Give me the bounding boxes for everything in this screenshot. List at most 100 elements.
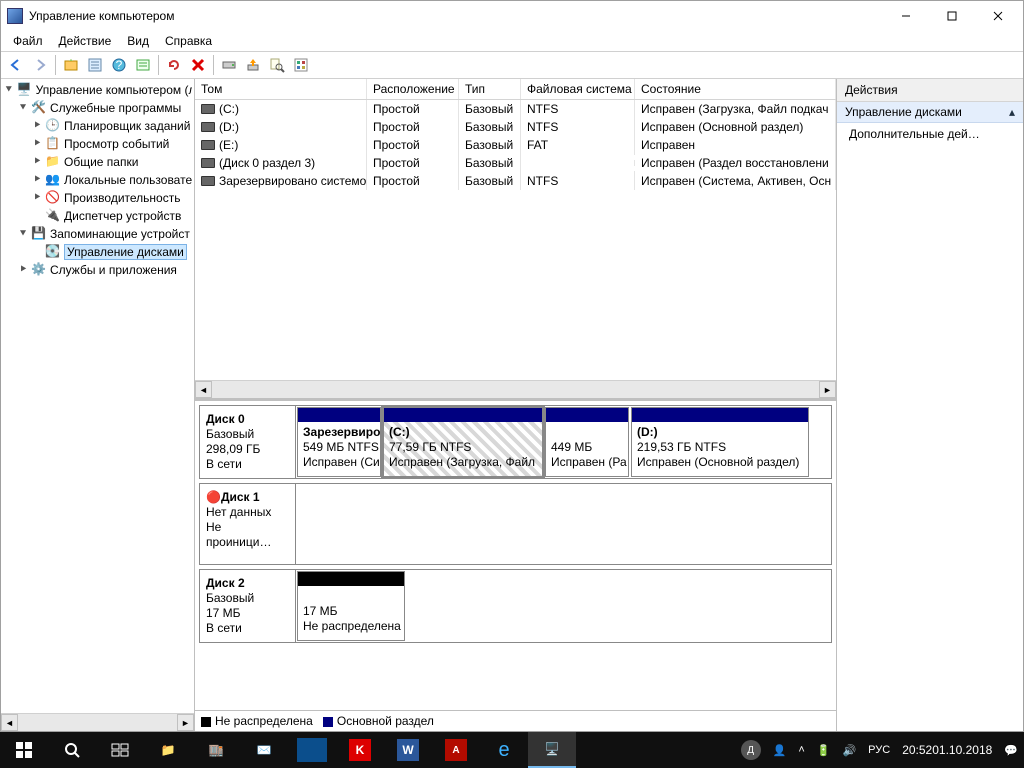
delete-button[interactable] bbox=[187, 54, 209, 76]
compmgmt-task[interactable]: 🖥️ bbox=[528, 732, 576, 768]
drive-icon bbox=[201, 158, 215, 168]
explorer-icon[interactable]: 📁 bbox=[144, 732, 192, 768]
menu-action[interactable]: Действие bbox=[51, 32, 120, 50]
up-button[interactable] bbox=[60, 54, 82, 76]
actions-header: Действия bbox=[837, 79, 1023, 102]
word-icon[interactable]: W bbox=[384, 732, 432, 768]
menu-view[interactable]: Вид bbox=[119, 32, 157, 50]
volume-row[interactable]: (E:)ПростойБазовыйFATИсправен bbox=[195, 136, 836, 154]
titlebar: Управление компьютером bbox=[1, 1, 1023, 31]
help-button[interactable]: ? bbox=[108, 54, 130, 76]
app1-icon[interactable] bbox=[297, 738, 327, 762]
col-status[interactable]: Состояние bbox=[635, 79, 836, 99]
volumes-hscroll[interactable]: ◄► bbox=[195, 380, 836, 398]
col-fs[interactable]: Файловая система bbox=[521, 79, 635, 99]
tree-services[interactable]: Службы и приложения bbox=[50, 263, 177, 277]
folder-icon: 📁 bbox=[45, 154, 61, 170]
notifications-icon[interactable]: 💬 bbox=[998, 732, 1024, 768]
tree-shared-folders[interactable]: Общие папки bbox=[64, 155, 138, 169]
tools-icon: 🛠️ bbox=[31, 100, 47, 116]
menu-file[interactable]: Файл bbox=[5, 32, 51, 50]
device-icon: 🔌 bbox=[45, 208, 61, 224]
app-icon bbox=[7, 8, 23, 24]
close-button[interactable] bbox=[975, 1, 1021, 31]
volume-row[interactable]: (D:)ПростойБазовыйNTFSИсправен (Основной… bbox=[195, 118, 836, 136]
search-icon[interactable] bbox=[48, 732, 96, 768]
start-button[interactable] bbox=[0, 732, 48, 768]
people-icon[interactable]: Д bbox=[735, 732, 767, 768]
legend: Не распределена Основной раздел bbox=[195, 710, 836, 731]
col-layout[interactable]: Расположение bbox=[367, 79, 459, 99]
taskview-icon[interactable] bbox=[96, 732, 144, 768]
clock[interactable]: 20:5201.10.2018 bbox=[896, 732, 998, 768]
minimize-button[interactable] bbox=[883, 1, 929, 31]
perf-icon: 🚫 bbox=[45, 190, 61, 206]
actions-pane: Действия Управление дисками▴ Дополнитель… bbox=[837, 79, 1023, 731]
menubar: Файл Действие Вид Справка bbox=[1, 31, 1023, 51]
search-button[interactable] bbox=[266, 54, 288, 76]
maximize-button[interactable] bbox=[929, 1, 975, 31]
volume-icon[interactable]: 🔊 bbox=[836, 732, 862, 768]
disk-block[interactable]: 🔴Диск 1Нет данныхНе проиници… bbox=[199, 483, 832, 565]
properties-button[interactable] bbox=[84, 54, 106, 76]
volume-list[interactable]: Том Расположение Тип Файловая система Со… bbox=[195, 79, 836, 398]
taskbar[interactable]: 📁 🏬 ✉️ K W A e 🖥️ Д 👤 ˄ 🔋 🔊 РУС 20:5201.… bbox=[0, 732, 1024, 768]
clock-icon: 🕒 bbox=[45, 118, 61, 134]
tree-event-viewer[interactable]: Просмотр событий bbox=[64, 137, 169, 151]
svg-text:?: ? bbox=[116, 58, 123, 72]
tree-hscroll[interactable]: ◄► bbox=[1, 713, 194, 731]
computer-icon: 🖥️ bbox=[17, 82, 33, 98]
refresh-button[interactable] bbox=[163, 54, 185, 76]
col-volume[interactable]: Том bbox=[195, 79, 367, 99]
edge-icon[interactable]: e bbox=[480, 732, 528, 768]
battery-icon[interactable]: 🔋 bbox=[811, 732, 837, 768]
tree-task-scheduler[interactable]: Планировщик заданий bbox=[64, 119, 190, 133]
options-button[interactable] bbox=[290, 54, 312, 76]
kaspersky-icon[interactable]: K bbox=[336, 732, 384, 768]
menu-help[interactable]: Справка bbox=[157, 32, 220, 50]
partition[interactable]: (C:)77,59 ГБ NTFSИсправен (Загрузка, Фай… bbox=[383, 407, 543, 477]
volume-row[interactable]: (Диск 0 раздел 3)ПростойБазовыйИсправен … bbox=[195, 154, 836, 172]
nav-tree[interactable]: ⯆🖥️Управление компьютером (л ⯆🛠️Служебны… bbox=[1, 79, 195, 731]
toolbar: ? bbox=[1, 51, 1023, 79]
storage-icon: 💾 bbox=[31, 226, 47, 242]
users-icon: 👥 bbox=[45, 172, 61, 188]
forward-button[interactable] bbox=[29, 54, 51, 76]
disk-block[interactable]: Диск 2Базовый17 МБВ сети17 МБНе распреде… bbox=[199, 569, 832, 643]
disk-info: Диск 2Базовый17 МБВ сети bbox=[200, 570, 296, 642]
tree-local-users[interactable]: Локальные пользовате bbox=[64, 173, 192, 187]
partition[interactable]: 17 МБНе распределена bbox=[297, 571, 405, 641]
lang-indicator[interactable]: РУС bbox=[862, 732, 896, 768]
volume-row[interactable]: (C:)ПростойБазовыйNTFSИсправен (Загрузка… bbox=[195, 100, 836, 118]
drive-icon bbox=[201, 176, 215, 186]
tree-root[interactable]: Управление компьютером (л bbox=[36, 83, 192, 97]
tree-system-tools[interactable]: Служебные программы bbox=[50, 101, 181, 115]
list-button[interactable] bbox=[132, 54, 154, 76]
volume-row[interactable]: Зарезервировано системойПростойБазовыйNT… bbox=[195, 172, 836, 190]
legend-primary: Основной раздел bbox=[337, 714, 434, 728]
partition[interactable]: 449 МБИсправен (Ра bbox=[545, 407, 629, 477]
disk-block[interactable]: Диск 0Базовый298,09 ГБВ сетиЗарезервиро5… bbox=[199, 405, 832, 479]
upload-button[interactable] bbox=[242, 54, 264, 76]
drive-icon bbox=[201, 140, 215, 150]
tree-device-manager[interactable]: Диспетчер устройств bbox=[64, 209, 181, 223]
volume-header[interactable]: Том Расположение Тип Файловая система Со… bbox=[195, 79, 836, 100]
col-type[interactable]: Тип bbox=[459, 79, 521, 99]
event-icon: 📋 bbox=[45, 136, 61, 152]
partition[interactable]: Зарезервиро549 МБ NTFSИсправен (Си bbox=[297, 407, 381, 477]
acrobat-icon[interactable]: A bbox=[432, 732, 480, 768]
tree-storage[interactable]: Запоминающие устройст bbox=[50, 227, 190, 241]
actions-more[interactable]: Дополнительные дей… bbox=[837, 123, 1023, 145]
people-hub-icon[interactable]: 👤 bbox=[767, 732, 793, 768]
tree-disk-mgmt[interactable]: Управление дисками bbox=[64, 244, 187, 260]
drive-icon bbox=[201, 104, 215, 114]
actions-section[interactable]: Управление дисками▴ bbox=[837, 102, 1023, 123]
back-button[interactable] bbox=[5, 54, 27, 76]
drive-button[interactable] bbox=[218, 54, 240, 76]
disk-map[interactable]: Диск 0Базовый298,09 ГБВ сетиЗарезервиро5… bbox=[195, 398, 836, 710]
partition[interactable]: (D:)219,53 ГБ NTFSИсправен (Основной раз… bbox=[631, 407, 809, 477]
tray-chevron-icon[interactable]: ˄ bbox=[792, 732, 810, 768]
tree-performance[interactable]: Производительность bbox=[64, 191, 180, 205]
store-icon[interactable]: 🏬 bbox=[192, 732, 240, 768]
mail-icon[interactable]: ✉️ bbox=[240, 732, 288, 768]
